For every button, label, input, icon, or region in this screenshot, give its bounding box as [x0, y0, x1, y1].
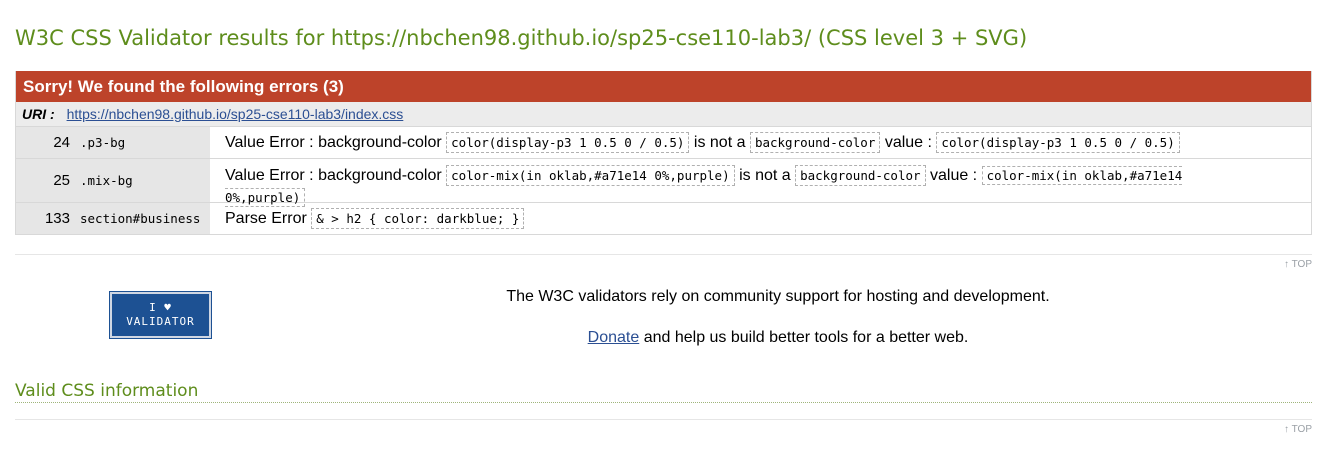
error-line-number: 133: [16, 203, 76, 234]
error-row: 25 .mix-bg Value Error : background-colo…: [16, 159, 1311, 207]
error-value: color(display-p3 1 0.5 0 / 0.5): [446, 132, 690, 153]
error-value-label: value :: [884, 134, 932, 151]
support-text: The W3C validators rely on community sup…: [506, 288, 1050, 305]
error-row: 24 .p3-bg Value Error : background-color…: [16, 127, 1311, 159]
error-type: Value Error : background-color: [225, 167, 442, 184]
donate-link[interactable]: Donate: [588, 329, 640, 346]
error-property: background-color: [749, 132, 881, 153]
error-value-repeat: color(display-p3 1 0.5 0 / 0.5): [936, 132, 1180, 153]
top-link[interactable]: ↑ TOP: [1284, 424, 1312, 435]
error-context: .p3-bg: [76, 127, 210, 158]
section-divider: [15, 419, 1312, 420]
error-line-number: 25: [16, 159, 76, 202]
error-context: .mix-bg: [76, 159, 210, 202]
uri-link[interactable]: https://nbchen98.github.io/sp25-cse110-l…: [67, 106, 404, 122]
errors-header: Sorry! We found the following errors (3): [16, 71, 1311, 102]
error-type: Value Error : background-color: [225, 134, 442, 151]
error-message: Value Error : background-color color-mix…: [210, 159, 1215, 207]
section-divider: [15, 254, 1312, 255]
page-title: W3C CSS Validator results for https://nb…: [15, 26, 1028, 50]
error-line-number: 24: [16, 127, 76, 158]
error-type: Parse Error: [225, 210, 307, 227]
error-is-not-a: is not a: [739, 167, 791, 184]
error-value: & > h2 { color: darkblue; }: [311, 208, 525, 229]
i-love-validator-badge[interactable]: I ♥ VALIDATOR: [109, 291, 212, 339]
uri-bar: URI : https://nbchen98.github.io/sp25-cs…: [16, 102, 1311, 127]
error-value: color-mix(in oklab,#a71e14 0%,purple): [446, 165, 735, 187]
error-value-label: value :: [929, 167, 978, 184]
errors-section: Sorry! We found the following errors (3)…: [15, 71, 1312, 235]
top-link[interactable]: ↑ TOP: [1284, 259, 1312, 270]
error-row: 133 section#business Parse Error & > h2 …: [16, 203, 1311, 234]
badge-heart-text: I ♥: [149, 301, 172, 314]
valid-css-title: Valid CSS information: [15, 381, 1312, 403]
donate-text: and help us build better tools for a bet…: [639, 329, 969, 346]
error-is-not-a: is not a: [693, 134, 746, 151]
uri-label: URI :: [22, 106, 55, 122]
error-message: Value Error : background-color color(dis…: [210, 127, 1311, 158]
badge-validator-text: VALIDATOR: [126, 315, 195, 328]
error-message: Parse Error & > h2 { color: darkblue; }: [210, 203, 1311, 234]
donate-line: Donate and help us build better tools fo…: [478, 329, 1078, 347]
error-context: section#business: [76, 203, 210, 234]
error-property: background-color: [795, 165, 926, 187]
